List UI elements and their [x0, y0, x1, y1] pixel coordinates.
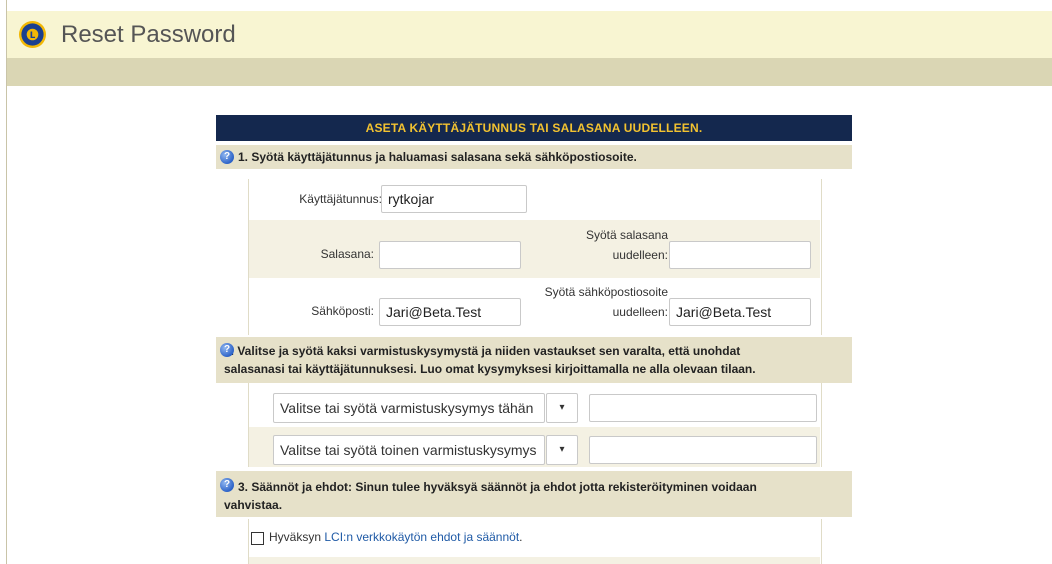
reset-password-form: ASETA KÄYTTÄJÄTUNNUS TAI SALASANA UUDELL… [216, 115, 852, 564]
sub-bar [7, 58, 1052, 86]
section-1-heading: ? 1. Syötä käyttäjätunnus ja haluamasi s… [216, 145, 852, 169]
username-input[interactable]: rytkojar [381, 185, 527, 213]
username-label: Käyttäjätunnus: [299, 192, 382, 206]
section-2-heading: ? 2. Valitse ja syötä kaksi varmistuskys… [216, 337, 852, 383]
terms-label: Hyväksyn LCI:n verkkokäytön ehdot ja sää… [269, 530, 523, 544]
section-2-heading-line1: 2. Valitse ja syötä kaksi varmistuskysym… [224, 344, 741, 358]
email-confirm-label-line1: Syötä sähköpostiosoite [544, 285, 668, 299]
section-1-heading-text: 1. Syötä käyttäjätunnus ja haluamasi sal… [238, 150, 637, 164]
password-confirm-label-line2: uudelleen: [612, 248, 668, 262]
email-input[interactable]: Jari@Beta.Test [379, 298, 521, 326]
help-icon[interactable]: ? [220, 478, 234, 492]
section-3-heading-line1: 3. Säännöt ja ehdot: Sinun tulee hyväksy… [238, 480, 757, 494]
email-confirm-input[interactable]: Jari@Beta.Test [669, 298, 811, 326]
form-header: ASETA KÄYTTÄJÄTUNNUS TAI SALASANA UUDELL… [216, 115, 852, 141]
title-bar: L Reset Password [7, 11, 1052, 58]
terms-label-suffix: . [519, 530, 523, 544]
password-confirm-label-line1: Syötä salasana [585, 228, 668, 242]
terms-link[interactable]: LCI:n verkkokäytön ehdot ja säännöt [324, 530, 519, 544]
lions-logo-icon: L [18, 20, 47, 49]
password-label: Salasana: [320, 247, 374, 261]
password-input[interactable] [379, 241, 521, 269]
chevron-down-icon[interactable]: ▾ [546, 435, 578, 465]
password-confirm-input[interactable] [669, 241, 811, 269]
email-confirm-label-line2: uudelleen: [612, 305, 668, 319]
terms-label-prefix: Hyväksyn [269, 530, 325, 544]
section-3-heading: ? 3. Säännöt ja ehdot: Sinun tulee hyväk… [216, 471, 852, 517]
security-answer-1-input[interactable] [589, 394, 817, 422]
page-title: Reset Password [61, 21, 236, 48]
section-2-heading-line2: salasanasi tai käyttäjätunnuksesi. Luo o… [224, 362, 756, 376]
help-icon[interactable]: ? [220, 343, 234, 357]
terms-row-bottom [249, 557, 820, 564]
help-icon[interactable]: ? [220, 150, 234, 164]
chevron-down-icon[interactable]: ▾ [546, 393, 578, 423]
terms-checkbox[interactable] [251, 532, 264, 545]
security-question-1-select[interactable]: Valitse tai syötä varmistuskysymys tähän [273, 393, 545, 423]
svg-text:L: L [30, 31, 36, 41]
security-question-2-select[interactable]: Valitse tai syötä toinen varmistuskysymy… [273, 435, 545, 465]
section-3-heading-line2: vahvistaa. [224, 498, 283, 512]
email-label: Sähköposti: [311, 304, 374, 318]
security-answer-2-input[interactable] [589, 436, 817, 464]
